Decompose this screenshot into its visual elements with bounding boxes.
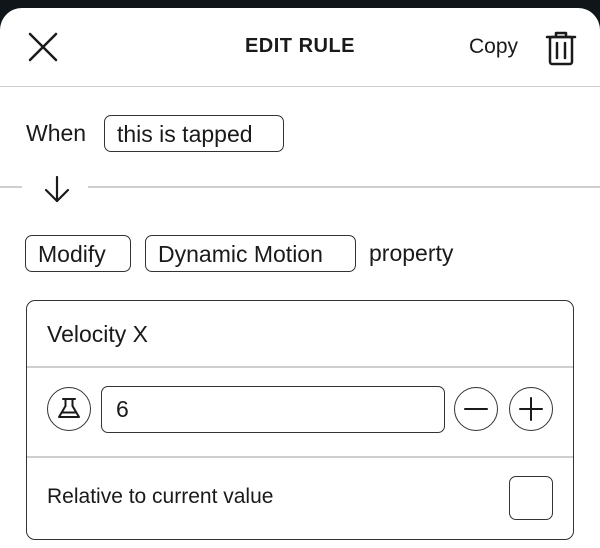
flask-icon	[58, 398, 80, 418]
section-divider-right	[88, 186, 600, 188]
relative-checkbox[interactable]	[509, 476, 553, 520]
increment-button[interactable]	[509, 387, 553, 431]
close-icon	[28, 32, 58, 62]
arrow-down-icon	[44, 175, 70, 203]
property-card: Velocity X Relative to current value	[26, 300, 574, 540]
edit-rule-sheet: EDIT RULE Copy When this is tapped Modif…	[0, 8, 600, 548]
header-bar: EDIT RULE Copy	[0, 8, 600, 87]
minus-icon	[464, 408, 488, 410]
card-divider	[27, 366, 573, 368]
property-label: property	[369, 240, 454, 266]
card-divider	[27, 456, 573, 458]
close-button[interactable]	[26, 30, 60, 64]
action-verb-chip[interactable]: Modify	[25, 235, 131, 272]
trash-icon	[545, 31, 577, 66]
property-name[interactable]: Velocity X	[47, 321, 148, 348]
decrement-button[interactable]	[454, 387, 498, 431]
when-label: When	[26, 120, 87, 146]
trigger-event-chip[interactable]: this is tapped	[104, 115, 284, 152]
section-divider-left	[0, 186, 22, 188]
delete-button[interactable]	[544, 30, 578, 66]
value-input[interactable]	[101, 386, 445, 433]
copy-button[interactable]: Copy	[469, 35, 518, 59]
plus-icon	[519, 397, 543, 421]
relative-label: Relative to current value	[47, 485, 274, 508]
action-target-chip[interactable]: Dynamic Motion	[145, 235, 356, 272]
formula-button[interactable]	[47, 387, 91, 431]
